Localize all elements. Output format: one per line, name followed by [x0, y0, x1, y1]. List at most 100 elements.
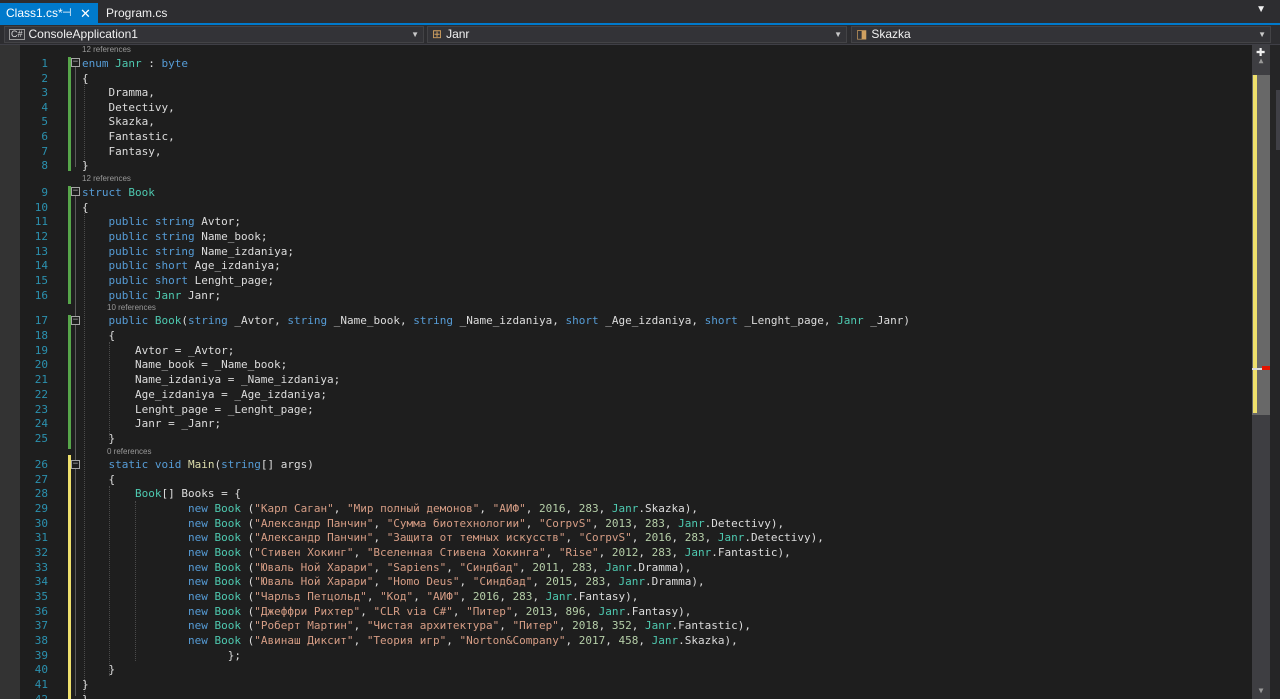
close-icon[interactable]: ✕: [80, 3, 91, 24]
code-text: public short Lenght_page;: [82, 273, 275, 288]
code-line[interactable]: 14 public short Age_izdaniya;: [20, 258, 1252, 273]
side-panel-scroll[interactable]: [1276, 90, 1280, 150]
code-editor[interactable]: − − − − 12 references 12 references 10 r…: [20, 45, 1252, 699]
codelens-references[interactable]: 0 references: [107, 447, 151, 457]
line-number: 24: [34, 417, 48, 430]
code-line[interactable]: 38 new Book ("Авинаш Диксит", "Теория иг…: [20, 633, 1252, 648]
code-line[interactable]: 7 Fantasy,: [20, 144, 1252, 159]
code-line[interactable]: 23 Lenght_page = _Lenght_page;: [20, 402, 1252, 417]
code-token: }: [82, 663, 116, 676]
code-line[interactable]: 17 public Book(string _Avtor, string _Na…: [20, 313, 1252, 328]
code-text: new Book ("Авинаш Диксит", "Теория игр",…: [82, 633, 738, 648]
code-line[interactable]: 30 new Book ("Александр Панчин", "Сумма …: [20, 516, 1252, 531]
code-line[interactable]: 3 Dramma,: [20, 85, 1252, 100]
code-line[interactable]: 37 new Book ("Роберт Мартин", "Чистая ар…: [20, 618, 1252, 633]
code-line[interactable]: 35 new Book ("Чарльз Петцольд", "Код", "…: [20, 589, 1252, 604]
code-token: 2016: [644, 531, 672, 544]
code-token: 2013: [605, 517, 632, 530]
code-line[interactable]: 2{: [20, 71, 1252, 86]
code-token: .Fantasy),: [625, 605, 692, 618]
code-token: Janr: [651, 634, 679, 647]
line-number: 11: [34, 215, 48, 228]
code-line[interactable]: 28 Book[] Books = {: [20, 486, 1252, 501]
code-token: ,: [373, 575, 387, 588]
code-token: ,: [512, 605, 526, 618]
code-line[interactable]: 13 public string Name_izdaniya;: [20, 244, 1252, 259]
code-line[interactable]: 5 Skazka,: [20, 114, 1252, 129]
code-text: public short Age_izdaniya;: [82, 258, 281, 273]
code-line[interactable]: 20 Name_book = _Name_book;: [20, 357, 1252, 372]
line-number: 6: [41, 130, 48, 143]
code-token: 2018: [572, 619, 599, 632]
code-line[interactable]: 4 Detectivy,: [20, 100, 1252, 115]
tab-class1[interactable]: Class1.cs* ⊣ ✕: [0, 3, 98, 24]
code-line[interactable]: 10 {: [20, 200, 1252, 215]
code-token: "Стивен Хокинг": [254, 546, 354, 559]
code-token: .Dramma),: [631, 561, 692, 574]
type-dropdown[interactable]: ⊞ Janr ▼: [427, 26, 847, 43]
line-number: 18: [34, 329, 48, 342]
code-token: ,: [459, 590, 473, 603]
code-line[interactable]: 26 static void Main(string[] args): [20, 457, 1252, 472]
code-line[interactable]: 16 public Janr Janr;: [20, 288, 1252, 303]
tab-label: Class1.cs*: [6, 6, 63, 20]
scroll-down-icon[interactable]: ▼: [1252, 686, 1270, 695]
codelens-references[interactable]: 10 references: [107, 303, 156, 313]
code-token: "Александр Панчин": [254, 517, 374, 530]
code-token: ,: [446, 634, 460, 647]
code-line[interactable]: 25 }: [20, 431, 1252, 446]
pin-icon[interactable]: ⊣: [62, 3, 72, 24]
code-line[interactable]: 8}: [20, 158, 1252, 173]
code-token: }: [82, 693, 89, 699]
code-line[interactable]: 9 struct Book: [20, 185, 1252, 200]
code-line[interactable]: 40 }: [20, 662, 1252, 677]
code-line[interactable]: 6 Fantastic,: [20, 129, 1252, 144]
code-line[interactable]: 34 new Book ("Юваль Ной Харари", "Homo D…: [20, 574, 1252, 589]
project-dropdown[interactable]: C# ConsoleApplication1 ▼: [4, 26, 424, 43]
line-number: 20: [34, 358, 48, 371]
code-line[interactable]: 36 new Book ("Джеффри Рихтер", "CLR via …: [20, 604, 1252, 619]
code-token: Name_book;: [194, 230, 268, 243]
code-line[interactable]: 22 Age_izdaniya = _Age_izdaniya;: [20, 387, 1252, 402]
code-line[interactable]: 29 new Book ("Карл Саган", "Мир полный д…: [20, 501, 1252, 516]
code-token: (: [240, 634, 255, 647]
code-token: new: [187, 561, 208, 574]
code-text: Dramma,: [82, 85, 154, 100]
code-token: 2015: [545, 575, 573, 588]
code-token: string: [154, 230, 195, 243]
code-text: {: [82, 71, 89, 86]
codelens-references[interactable]: 12 references: [82, 45, 131, 55]
code-line[interactable]: 12 public string Name_book;: [20, 229, 1252, 244]
code-line[interactable]: 24 Janr = _Janr;: [20, 416, 1252, 431]
code-line[interactable]: 19 Avtor = _Avtor;: [20, 343, 1252, 358]
code-text: new Book ("Чарльз Петцольд", "Код", "АИФ…: [82, 589, 638, 604]
code-token: Avtor = _Avtor;: [82, 344, 235, 357]
split-window-icon[interactable]: ✚: [1256, 46, 1265, 59]
code-line[interactable]: 21 Name_izdaniya = _Name_izdaniya;: [20, 372, 1252, 387]
code-line[interactable]: 41}: [20, 677, 1252, 692]
code-line[interactable]: 39 };: [20, 648, 1252, 663]
code-token: "АИФ": [492, 502, 526, 515]
member-dropdown[interactable]: ◨ Skazka ▼: [851, 26, 1271, 43]
code-line[interactable]: 32 new Book ("Стивен Хокинг", "Вселенная…: [20, 545, 1252, 560]
code-line[interactable]: 42}: [20, 692, 1252, 699]
code-line[interactable]: 15 public short Lenght_page;: [20, 273, 1252, 288]
code-token: :: [141, 57, 162, 70]
code-line[interactable]: 27 {: [20, 472, 1252, 487]
codelens-references[interactable]: 12 references: [82, 174, 131, 184]
code-line[interactable]: 1 enum Janr : byte: [20, 56, 1252, 71]
code-line[interactable]: 33 new Book ("Юваль Ной Харари", "Sapien…: [20, 560, 1252, 575]
code-token: string: [221, 458, 261, 471]
tab-list-dropdown-icon[interactable]: ▼: [1256, 4, 1266, 15]
vertical-scrollbar[interactable]: ▲ ▼: [1252, 45, 1270, 699]
code-token: Book: [214, 605, 241, 618]
code-token: ,: [459, 575, 473, 588]
tab-program[interactable]: Program.cs: [100, 3, 170, 24]
code-line[interactable]: 18 {: [20, 328, 1252, 343]
code-line[interactable]: 31 new Book ("Александр Панчин", "Защита…: [20, 530, 1252, 545]
code-line[interactable]: 11 public string Avtor;: [20, 214, 1252, 229]
code-token: }: [82, 432, 116, 445]
code-token: {: [82, 329, 116, 342]
